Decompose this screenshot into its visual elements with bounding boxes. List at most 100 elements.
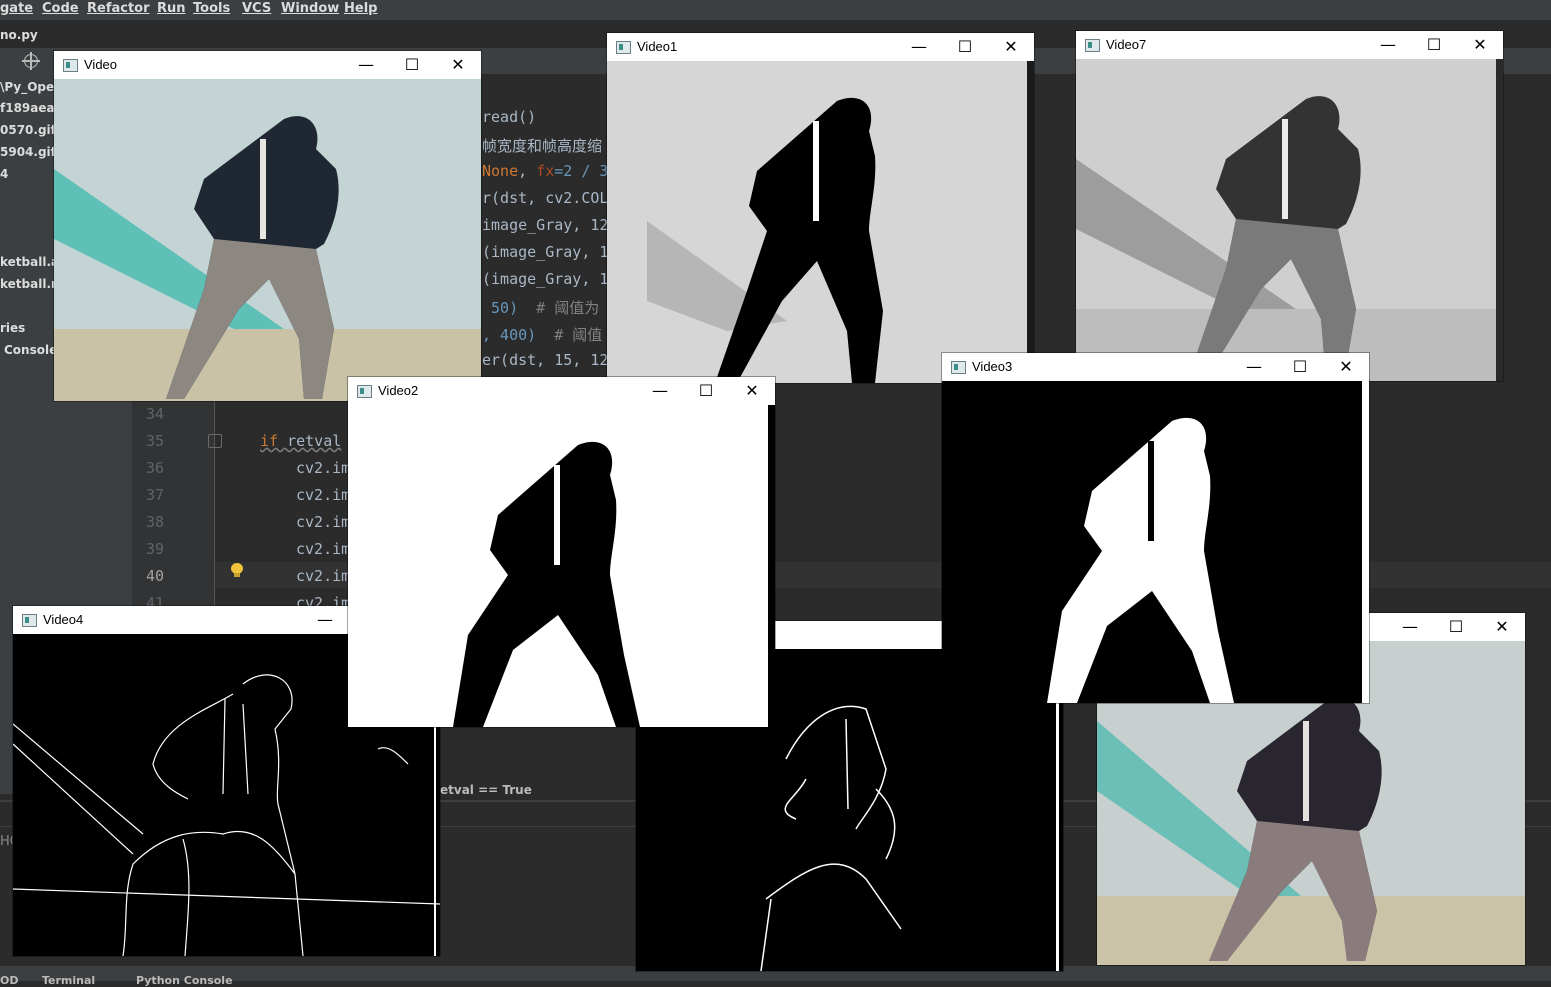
maximize-button[interactable]: ☐ bbox=[389, 51, 435, 79]
menu-refactor[interactable]: Refactor bbox=[87, 1, 150, 16]
code-token: , bbox=[518, 162, 537, 180]
minimize-button[interactable]: — bbox=[343, 51, 389, 79]
close-button[interactable]: ✕ bbox=[1479, 613, 1525, 641]
video-frame bbox=[1076, 59, 1503, 381]
code-line: cv2.im bbox=[296, 513, 351, 531]
menu-navigate[interactable]: gate bbox=[0, 1, 33, 16]
menu-bar: gate Code Refactor Run Tools VCS Window … bbox=[0, 0, 1551, 20]
line-number: 39 bbox=[145, 540, 164, 558]
line-number: 37 bbox=[145, 486, 164, 504]
project-item[interactable]: 0570.gif bbox=[0, 123, 56, 137]
project-item[interactable]: ketball.a bbox=[0, 255, 59, 269]
video-frame bbox=[54, 79, 481, 401]
code-line: , 400) # 阈值 bbox=[482, 324, 602, 345]
window-title: Video4 bbox=[43, 612, 84, 627]
maximize-button[interactable]: ☐ bbox=[683, 377, 729, 405]
lightbulb-icon[interactable] bbox=[231, 563, 243, 577]
code-line: r(dst, cv2.COLO bbox=[482, 189, 618, 207]
project-item[interactable]: \Py_Oper bbox=[0, 80, 60, 94]
close-button[interactable]: ✕ bbox=[1457, 31, 1503, 59]
project-item[interactable]: ketball.n bbox=[0, 277, 60, 291]
project-item[interactable]: ries bbox=[0, 321, 25, 335]
window-icon bbox=[951, 361, 966, 374]
locate-icon[interactable] bbox=[22, 52, 40, 70]
code-token: None bbox=[482, 162, 519, 180]
minimize-button[interactable]: — bbox=[302, 606, 348, 634]
window-icon bbox=[357, 385, 372, 398]
close-button[interactable]: ✕ bbox=[988, 33, 1034, 61]
breadcrumb[interactable]: etval == True bbox=[440, 783, 532, 797]
menu-help[interactable]: Help bbox=[344, 1, 377, 16]
code-line: read() bbox=[482, 108, 537, 126]
title-bar[interactable]: Video7 — ☐ ✕ bbox=[1076, 31, 1503, 59]
fold-icon[interactable] bbox=[208, 434, 222, 448]
minimize-button[interactable]: — bbox=[637, 377, 683, 405]
maximize-button[interactable]: ☐ bbox=[1411, 31, 1457, 59]
maximize-button[interactable]: ☐ bbox=[1277, 353, 1323, 381]
project-item[interactable]: Console bbox=[4, 343, 57, 357]
close-button[interactable]: ✕ bbox=[435, 51, 481, 79]
line-number: 35 bbox=[145, 432, 164, 450]
menu-run[interactable]: Run bbox=[157, 1, 186, 16]
menu-vcs[interactable]: VCS bbox=[242, 1, 271, 16]
code-line: None, fx=2 / 3, bbox=[482, 162, 617, 180]
maximize-button[interactable]: ☐ bbox=[942, 33, 988, 61]
line-number: 40 bbox=[145, 567, 164, 585]
code-token: # 阈值 bbox=[536, 326, 603, 344]
code-line: cv2.im bbox=[296, 486, 351, 504]
video-window[interactable]: Video — ☐ ✕ bbox=[54, 51, 481, 401]
line-number: 36 bbox=[145, 459, 164, 477]
minimize-button[interactable]: — bbox=[1231, 353, 1277, 381]
video-frame bbox=[607, 61, 1034, 383]
code-token: retval bbox=[278, 432, 342, 450]
code-token: 50) bbox=[482, 299, 519, 317]
code-line: cv2.im bbox=[296, 459, 351, 477]
menu-tools[interactable]: Tools bbox=[193, 1, 230, 16]
minimize-button[interactable]: — bbox=[896, 33, 942, 61]
line-number: 38 bbox=[145, 513, 164, 531]
video7-window[interactable]: Video7 — ☐ ✕ bbox=[1076, 31, 1503, 381]
window-title: Video2 bbox=[378, 383, 419, 398]
file-tab[interactable]: no.py bbox=[0, 28, 38, 42]
minimize-button[interactable]: — bbox=[1365, 31, 1411, 59]
minimize-button[interactable]: — bbox=[1387, 613, 1433, 641]
menu-window[interactable]: Window bbox=[281, 1, 339, 16]
code-token: if bbox=[260, 432, 279, 450]
window-title: Video bbox=[84, 57, 118, 72]
close-button[interactable]: ✕ bbox=[1323, 353, 1369, 381]
maximize-button[interactable]: ☐ bbox=[1433, 613, 1479, 641]
project-item[interactable]: 5904.gif bbox=[0, 145, 56, 159]
code-token: fx bbox=[536, 162, 555, 180]
line-number: 34 bbox=[145, 405, 164, 423]
code-line: image_Gray, 127 bbox=[482, 216, 618, 234]
video-frame bbox=[942, 381, 1369, 703]
close-button[interactable]: ✕ bbox=[729, 377, 775, 405]
title-bar[interactable]: Video — ☐ ✕ bbox=[54, 51, 481, 79]
video-frame bbox=[348, 405, 775, 727]
code-line: if retval bbox=[260, 432, 341, 450]
code-line: er(dst, 15, 125 bbox=[482, 351, 618, 369]
window-icon bbox=[1085, 39, 1100, 52]
video2-window[interactable]: Video2 — ☐ ✕ bbox=[348, 377, 775, 727]
title-bar[interactable]: Video1 — ☐ ✕ bbox=[607, 33, 1034, 61]
code-line: 帧宽度和帧高度缩 bbox=[482, 137, 603, 155]
menu-code[interactable]: Code bbox=[42, 1, 79, 16]
code-line: (image_Gray, 12 bbox=[482, 270, 618, 288]
code-token: , 400) bbox=[482, 326, 537, 344]
window-icon bbox=[616, 41, 631, 54]
code-line: 50) # 阈值为 bbox=[482, 297, 599, 318]
window-title: Video7 bbox=[1106, 37, 1147, 52]
code-line: cv2.im bbox=[296, 540, 351, 558]
title-bar[interactable]: Video3 — ☐ ✕ bbox=[942, 353, 1369, 381]
window-icon bbox=[22, 614, 37, 627]
window-title: Video3 bbox=[972, 359, 1013, 374]
project-item[interactable]: 4 bbox=[0, 167, 8, 181]
window-title: Video1 bbox=[637, 39, 678, 54]
code-line: (image_Gray, 12 bbox=[482, 243, 618, 261]
video1-window[interactable]: Video1 — ☐ ✕ bbox=[607, 33, 1034, 383]
code-token: # 阈值为 bbox=[518, 299, 600, 317]
code-line: cv2.im bbox=[296, 567, 351, 585]
video3-window[interactable]: Video3 — ☐ ✕ bbox=[942, 353, 1369, 703]
window-icon bbox=[63, 59, 78, 72]
title-bar[interactable]: Video2 — ☐ ✕ bbox=[348, 377, 775, 405]
